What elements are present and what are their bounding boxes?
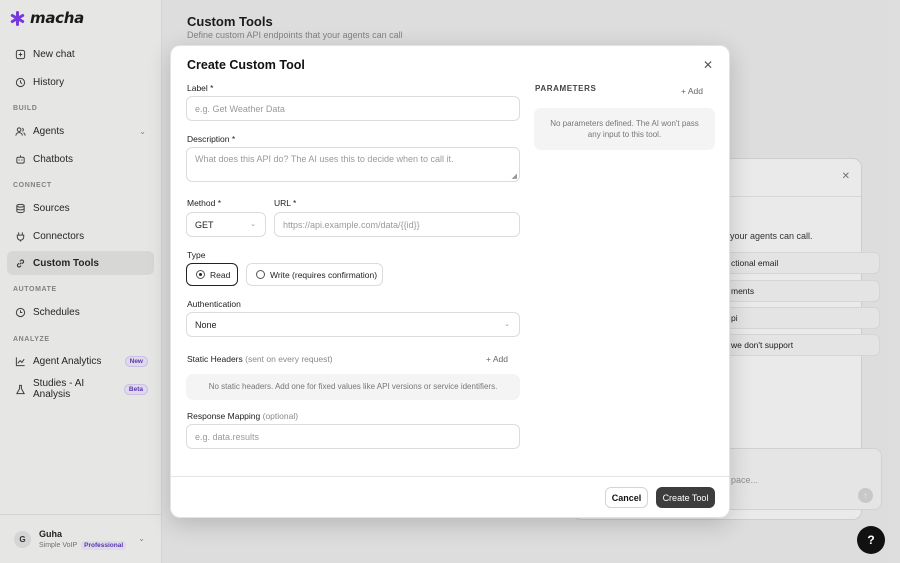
response-mapping-input[interactable]: e.g. data.results (186, 424, 520, 449)
type-field-label: Type (187, 250, 206, 260)
parameters-title: PARAMETERS (535, 84, 597, 93)
create-tool-button[interactable]: Create Tool (656, 487, 715, 508)
cancel-button[interactable]: Cancel (605, 487, 648, 508)
add-parameter-button[interactable]: + Add (681, 86, 703, 96)
response-mapping-placeholder: e.g. data.results (195, 431, 260, 442)
radio-unselected-icon (256, 270, 265, 279)
label-field-label: Label * (187, 83, 214, 93)
type-option-write[interactable]: Write (requires confirmation) (246, 263, 383, 286)
modal-title: Create Custom Tool (187, 58, 305, 72)
response-mapping-hint: (optional) (262, 411, 299, 421)
add-header-button[interactable]: + Add (486, 354, 508, 364)
url-field-label: URL * (274, 198, 297, 208)
static-headers-empty: No static headers. Add one for fixed val… (186, 374, 520, 400)
url-input[interactable]: https://api.example.com/data/{{id}} (274, 212, 520, 237)
type-option-read[interactable]: Read (186, 263, 238, 286)
description-textarea[interactable]: What does this API do? The AI uses this … (186, 147, 520, 182)
radio-selected-icon (196, 270, 205, 279)
label-input[interactable]: e.g. Get Weather Data (186, 96, 520, 121)
close-icon[interactable]: ✕ (703, 58, 713, 72)
chevron-down-icon: ⌄ (250, 221, 256, 228)
type-option-label: Write (requires confirmation) (270, 269, 378, 280)
static-headers-title: Static Headers (187, 354, 243, 364)
description-field-label: Description * (187, 134, 236, 144)
static-headers-label: Static Headers (sent on every request) (187, 354, 333, 364)
response-mapping-title: Response Mapping (187, 411, 261, 421)
parameters-empty: No parameters defined. The AI won't pass… (534, 108, 715, 150)
method-field-label: Method * (187, 198, 222, 208)
help-button[interactable]: ? (857, 526, 885, 554)
method-value: GET (195, 219, 214, 230)
chevron-down-icon: ⌄ (504, 321, 510, 328)
static-headers-hint: (sent on every request) (245, 354, 333, 364)
url-placeholder: https://api.example.com/data/{{id}} (283, 219, 420, 230)
type-option-label: Read (210, 269, 231, 280)
description-placeholder: What does this API do? The AI uses this … (195, 154, 454, 164)
auth-field-label: Authentication (187, 299, 241, 309)
create-custom-tool-modal: Create Custom Tool ✕ Label * e.g. Get We… (170, 45, 730, 518)
method-select[interactable]: GET ⌄ (186, 212, 266, 237)
auth-value: None (195, 319, 217, 330)
auth-select[interactable]: None ⌄ (186, 312, 520, 337)
resize-handle-icon[interactable]: ◢ (512, 172, 517, 180)
label-input-placeholder: e.g. Get Weather Data (195, 103, 285, 114)
response-mapping-label: Response Mapping (optional) (187, 411, 298, 421)
